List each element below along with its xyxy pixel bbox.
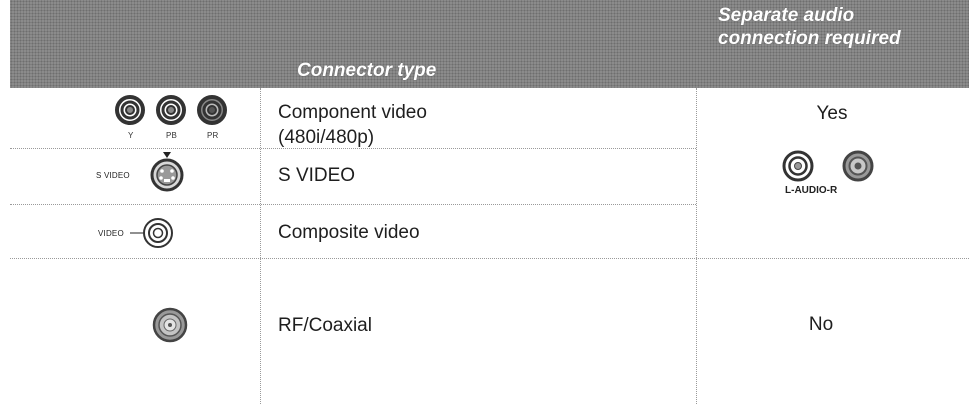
- s-video-jack-icon: S VIDEO: [96, 152, 184, 192]
- header-audio-line-2: connection required: [718, 28, 901, 49]
- header-audio-line-1: Separate audio: [718, 5, 855, 26]
- jack-label-y: Y: [128, 131, 134, 140]
- audio-required-yes: Yes: [816, 103, 848, 124]
- l-r-audio-jacks-icon: L-AUDIO-R: [782, 150, 874, 196]
- connector-label-composite: Composite video: [278, 222, 420, 243]
- jack-label-pr: PR: [207, 131, 219, 140]
- column-divider: [696, 88, 697, 404]
- row-divider: [10, 204, 696, 205]
- row-divider: [10, 258, 969, 259]
- composite-icon-label: VIDEO: [98, 229, 124, 238]
- component-video-jacks-icon: Y PB PR: [115, 95, 227, 140]
- s-video-icon-label: S VIDEO: [96, 171, 130, 180]
- component-line-2: (480i/480p): [278, 127, 375, 148]
- audio-required-no: No: [808, 314, 834, 335]
- header-connector-type: Connector type: [297, 60, 437, 81]
- jack-label-pb: PB: [166, 131, 177, 140]
- rf-coaxial-jack-icon: [152, 307, 188, 343]
- component-line-1: Component video: [278, 102, 427, 123]
- column-divider: [260, 88, 261, 404]
- audio-icon-label: L-AUDIO-R: [785, 185, 838, 196]
- table-header: Connector type Separate audio connection…: [10, 0, 969, 88]
- connector-label-s-video: S VIDEO: [278, 165, 356, 186]
- connector-label-component: Component video (480i/480p): [278, 100, 427, 150]
- composite-video-jack-icon: VIDEO: [98, 218, 173, 248]
- header-separate-audio: Separate audio connection required: [718, 4, 968, 50]
- connector-label-rf-coaxial: RF/Coaxial: [278, 315, 372, 336]
